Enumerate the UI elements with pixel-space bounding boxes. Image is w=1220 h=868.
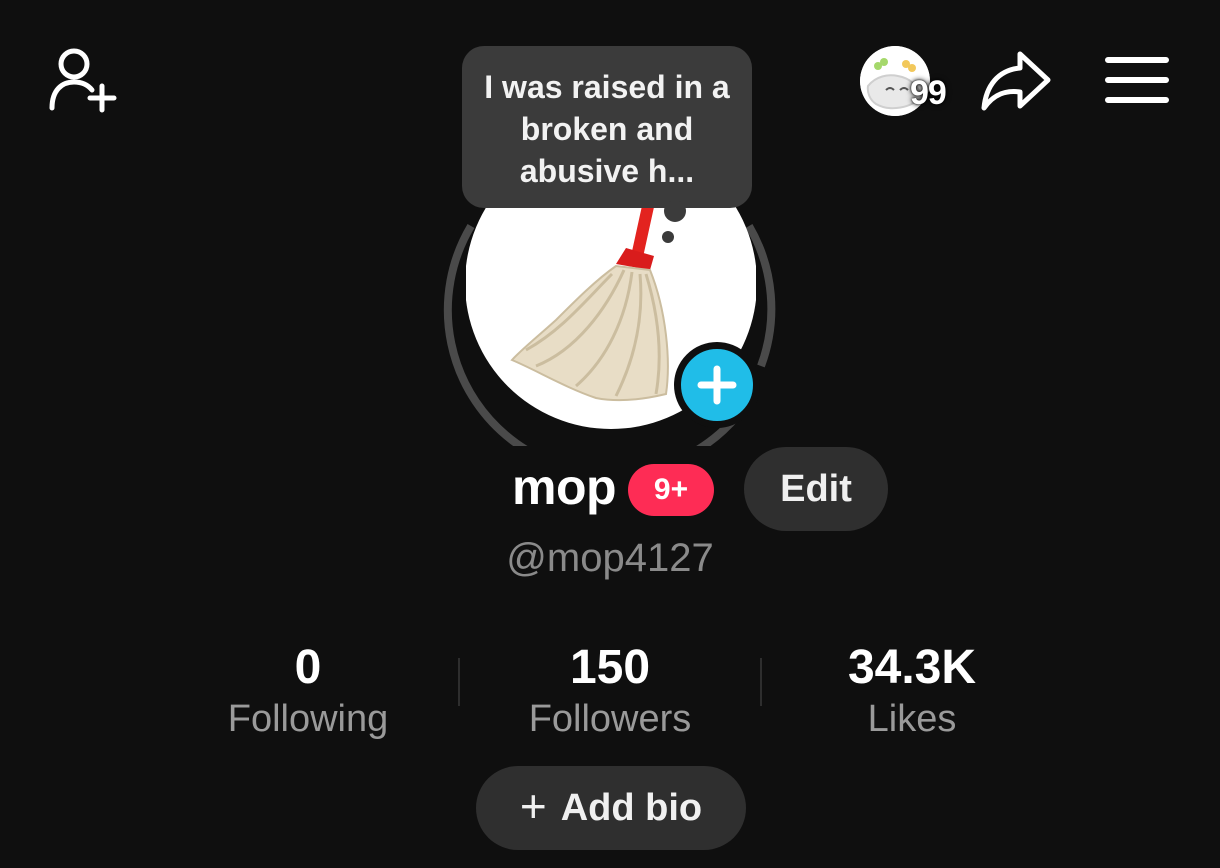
stat-followers[interactable]: 150 Followers <box>460 640 760 742</box>
add-bio-label: Add bio <box>560 786 703 829</box>
note-bubble[interactable]: I was raised in a broken and abusive h..… <box>462 46 752 208</box>
menu-button[interactable] <box>1104 52 1170 108</box>
stat-likes[interactable]: 34.3K Likes <box>762 640 1062 742</box>
stat-value: 0 <box>294 641 322 694</box>
plus-icon: + <box>519 780 547 832</box>
username: mop <box>512 459 617 515</box>
stat-following[interactable]: 0 Following <box>158 640 458 742</box>
stat-label: Likes <box>867 698 957 740</box>
add-avatar-button[interactable] <box>674 342 760 428</box>
share-button[interactable] <box>980 46 1054 114</box>
hamburger-menu-icon <box>1105 57 1169 103</box>
stat-label: Following <box>227 698 389 740</box>
streak-widget[interactable]: 99 <box>858 44 958 116</box>
add-bio-button[interactable]: + Add bio <box>476 766 746 850</box>
stat-value: 34.3K <box>847 641 977 694</box>
stat-label: Followers <box>528 698 692 740</box>
edit-profile-button[interactable]: Edit <box>744 447 888 531</box>
add-friend-button[interactable] <box>46 44 122 116</box>
stat-value: 150 <box>569 641 651 694</box>
share-arrow-icon <box>981 51 1051 111</box>
note-bubble-tail-dot <box>662 231 674 243</box>
streak-count: 99 <box>910 74 947 112</box>
person-plus-icon <box>49 48 117 113</box>
note-bubble-tail <box>664 200 686 222</box>
user-handle: @mop4127 <box>506 536 714 580</box>
plus-icon <box>697 365 737 405</box>
notification-badge[interactable]: 9+ <box>628 464 714 516</box>
